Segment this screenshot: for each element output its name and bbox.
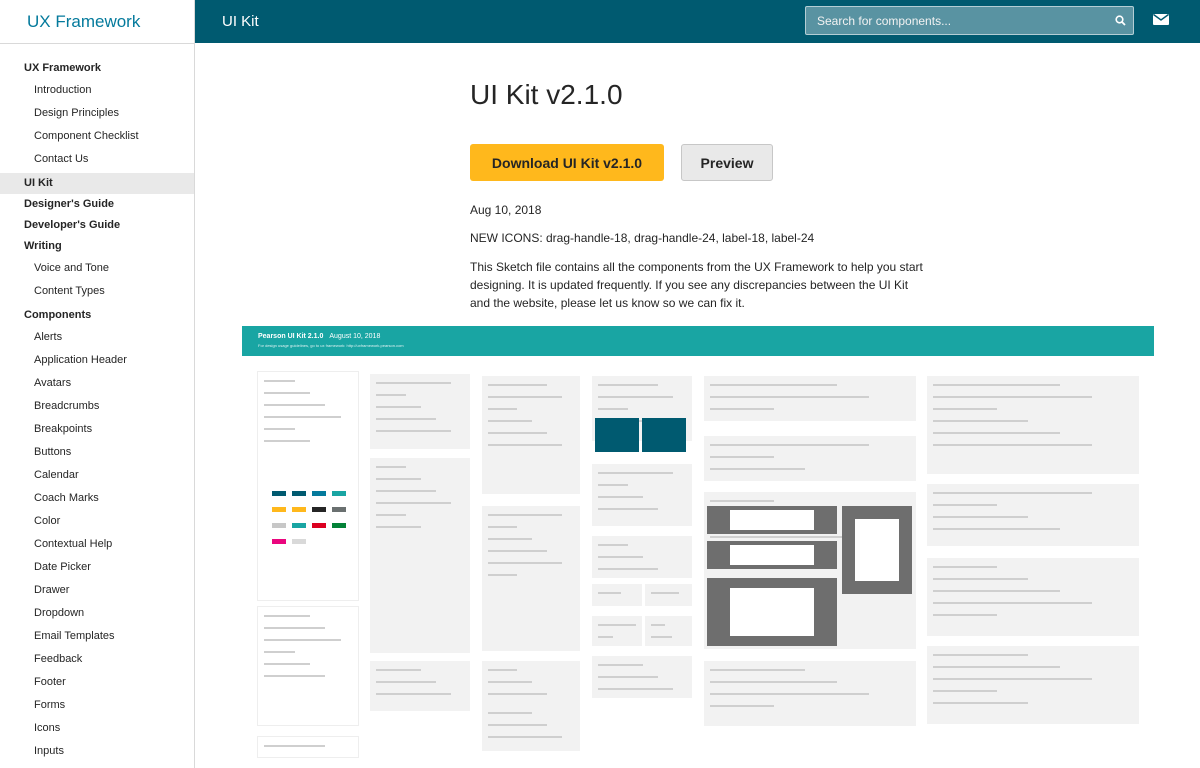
search-input[interactable] <box>806 13 1107 28</box>
sidebar-item-breakpoints[interactable]: Breakpoints <box>0 418 194 441</box>
sidebar-item-buttons[interactable]: Buttons <box>0 441 194 464</box>
kit-artboard <box>370 374 470 449</box>
kit-artboard <box>927 376 1139 474</box>
kit-color-swatch <box>272 507 286 512</box>
kit-modal-artboard <box>707 578 837 646</box>
sidebar-item-writing[interactable]: Writing <box>0 236 194 257</box>
kit-calendar-artboard <box>642 418 686 452</box>
kit-preview-subtitle: For design usage guidelines, go to ux fr… <box>258 343 404 348</box>
sidebar-item-introduction[interactable]: Introduction <box>0 79 194 102</box>
download-button[interactable]: Download UI Kit v2.1.0 <box>470 144 664 181</box>
kit-modal-artboard <box>707 541 837 569</box>
kit-color-swatch <box>292 491 306 496</box>
sidebar: UX Framework UX Framework Introduction Des… <box>0 0 195 768</box>
sidebar-item-calendar[interactable]: Calendar <box>0 464 194 487</box>
kit-artboard <box>592 656 692 698</box>
kit-description: This Sketch file contains all the compon… <box>470 260 923 310</box>
sidebar-item-inputs[interactable]: Inputs <box>0 740 194 763</box>
sidebar-item-components[interactable]: Components <box>0 305 194 326</box>
sidebar-item-date-picker[interactable]: Date Picker <box>0 556 194 579</box>
sidebar-item-avatars[interactable]: Avatars <box>0 372 194 395</box>
kit-artboard <box>257 736 359 758</box>
sidebar-item-ux-framework[interactable]: UX Framework <box>0 58 194 79</box>
kit-color-swatch <box>332 507 346 512</box>
sidebar-item-designer-s-guide[interactable]: Designer's Guide <box>0 194 194 215</box>
kit-color-swatch <box>312 523 326 528</box>
kit-color-swatch <box>292 523 306 528</box>
sidebar-item-alerts[interactable]: Alerts <box>0 326 194 349</box>
preview-button[interactable]: Preview <box>681 144 773 181</box>
kit-color-swatch <box>312 491 326 496</box>
kit-artboard <box>592 584 642 606</box>
sidebar-item-ui-kit[interactable]: UI Kit <box>0 173 194 194</box>
sidebar-item-voice-and-tone[interactable]: Voice and Tone <box>0 257 194 280</box>
kit-color-swatch <box>272 539 286 544</box>
kit-modal-artboard <box>842 506 912 594</box>
kit-color-swatch <box>272 523 286 528</box>
kit-modal-artboard <box>707 506 837 534</box>
kit-color-swatch <box>272 491 286 496</box>
release-date: Aug 10, 2018 <box>470 203 542 217</box>
kit-preview-header: Pearson UI Kit 2.1.0 August 10, 2018 For … <box>242 326 1154 356</box>
sidebar-item-contact-us[interactable]: Contact Us <box>0 148 194 171</box>
sidebar-item-forms[interactable]: Forms <box>0 694 194 717</box>
app-header: UI Kit <box>195 0 1200 43</box>
kit-artboard <box>482 704 580 746</box>
sidebar-item-email-templates[interactable]: Email Templates <box>0 625 194 648</box>
ui-kit-preview-image: Pearson UI Kit 2.1.0 August 10, 2018 For … <box>242 326 1154 768</box>
kit-color-swatch <box>312 507 326 512</box>
sidebar-item-contextual-help[interactable]: Contextual Help <box>0 533 194 556</box>
mail-icon[interactable] <box>1153 13 1169 26</box>
header-title: UI Kit <box>222 13 259 30</box>
kit-artboard <box>704 661 916 726</box>
kit-calendar-artboard <box>595 418 639 452</box>
sidebar-item-design-principles[interactable]: Design Principles <box>0 102 194 125</box>
sidebar-item-dropdown[interactable]: Dropdown <box>0 602 194 625</box>
search-box <box>805 6 1134 35</box>
kit-artboard <box>704 436 916 481</box>
kit-artboard <box>592 464 692 526</box>
kit-artboard <box>927 646 1139 724</box>
page-title: UI Kit v2.1.0 <box>470 79 623 110</box>
sidebar-item-drawer[interactable]: Drawer <box>0 579 194 602</box>
sidebar-item-application-header[interactable]: Application Header <box>0 349 194 372</box>
kit-artboard <box>482 506 580 651</box>
kit-artboard <box>370 458 470 653</box>
kit-preview-title: Pearson UI Kit 2.1.0 <box>258 333 324 340</box>
sidebar-item-component-checklist[interactable]: Component Checklist <box>0 125 194 148</box>
kit-artboard <box>704 376 916 421</box>
kit-color-swatch <box>332 523 346 528</box>
sidebar-item-footer[interactable]: Footer <box>0 671 194 694</box>
sidebar-item-layout[interactable]: Layout <box>0 763 194 768</box>
sidebar-item-coach-marks[interactable]: Coach Marks <box>0 487 194 510</box>
search-icon[interactable] <box>1107 15 1133 26</box>
kit-artboard <box>645 584 692 606</box>
kit-artboard <box>370 661 470 711</box>
sidebar-item-color[interactable]: Color <box>0 510 194 533</box>
sidebar-nav: UX Framework Introduction Design Principle… <box>0 44 194 768</box>
kit-artboard <box>482 376 580 494</box>
main-content: UI Kit v2.1.0 Download UI Kit v2.1.0 Pre… <box>195 43 1200 768</box>
kit-artboard <box>927 558 1139 636</box>
kit-artboard <box>592 616 642 646</box>
kit-color-swatch <box>332 491 346 496</box>
kit-artboard <box>257 606 359 726</box>
kit-artboard <box>592 536 692 578</box>
kit-color-swatch <box>292 539 306 544</box>
kit-artboard <box>257 371 359 601</box>
sidebar-item-icons[interactable]: Icons <box>0 717 194 740</box>
sidebar-item-developer-s-guide[interactable]: Developer's Guide <box>0 215 194 236</box>
sidebar-item-content-types[interactable]: Content Types <box>0 280 194 303</box>
sidebar-item-feedback[interactable]: Feedback <box>0 648 194 671</box>
kit-artboard <box>927 484 1139 546</box>
new-icons-note: NEW ICONS: drag-handle-18, drag-handle-2… <box>470 231 815 245</box>
kit-preview-date: August 10, 2018 <box>329 333 381 340</box>
kit-color-swatch <box>292 507 306 512</box>
sidebar-item-breadcrumbs[interactable]: Breadcrumbs <box>0 395 194 418</box>
brand-logo[interactable]: UX Framework <box>0 0 194 44</box>
kit-artboard <box>645 616 692 646</box>
